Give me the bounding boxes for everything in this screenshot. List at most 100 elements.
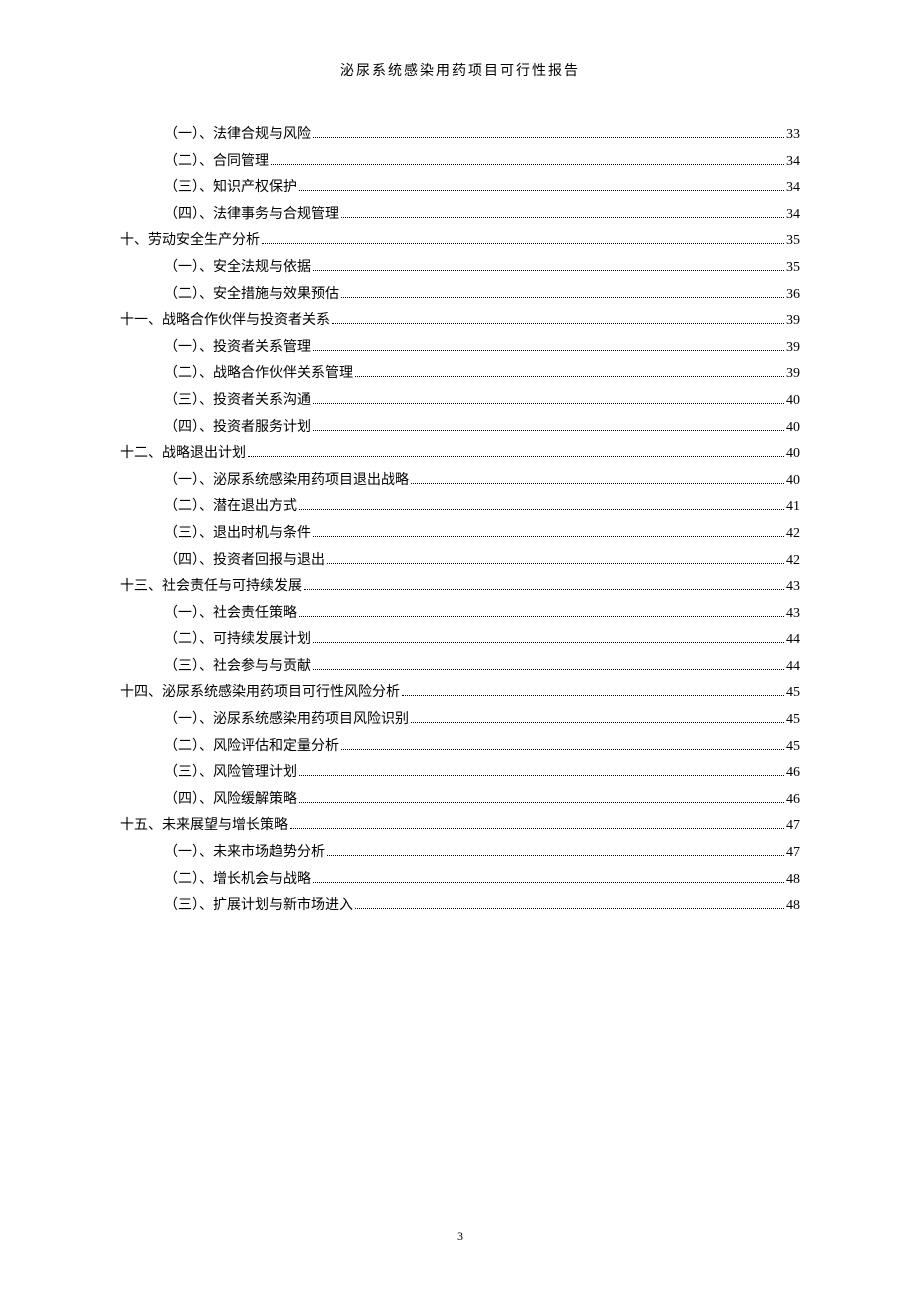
- toc-entry-page: 42: [786, 521, 800, 548]
- toc-leader-dots: [341, 217, 784, 218]
- toc-entry-page: 46: [786, 760, 800, 787]
- toc-entry[interactable]: 十五、未来展望与增长策略 47: [120, 813, 800, 840]
- toc-leader-dots: [313, 536, 784, 537]
- toc-entry-page: 40: [786, 468, 800, 495]
- toc-entry-label: 十二、战略退出计划: [120, 441, 246, 468]
- toc-entry-page: 45: [786, 680, 800, 707]
- toc-entry-page: 39: [786, 335, 800, 362]
- toc-entry-label: （三）、知识产权保护: [164, 175, 297, 202]
- toc-entry[interactable]: （三）、扩展计划与新市场进入 48: [120, 893, 800, 920]
- toc-leader-dots: [299, 190, 784, 191]
- toc-leader-dots: [313, 403, 784, 404]
- toc-entry[interactable]: （一）、法律合规与风险33: [120, 122, 800, 149]
- toc-entry-page: 39: [786, 361, 800, 388]
- toc-entry-page: 35: [786, 228, 800, 255]
- toc-entry[interactable]: （二）、战略合作伙伴关系管理 39: [120, 361, 800, 388]
- toc-entry-page: 34: [786, 149, 800, 176]
- toc-leader-dots: [299, 616, 784, 617]
- toc-entry[interactable]: 十一、战略合作伙伴与投资者关系 39: [120, 308, 800, 335]
- toc-entry-label: （三）、扩展计划与新市场进入: [164, 893, 353, 920]
- toc-entry[interactable]: （二）、风险评估和定量分析45: [120, 734, 800, 761]
- toc-entry[interactable]: （三）、社会参与与贡献 44: [120, 654, 800, 681]
- toc-leader-dots: [411, 722, 784, 723]
- toc-entry[interactable]: （二）、潜在退出方式41: [120, 494, 800, 521]
- toc-entry-page: 48: [786, 893, 800, 920]
- toc-entry-label: 十三、社会责任与可持续发展: [120, 574, 302, 601]
- toc-leader-dots: [304, 589, 784, 590]
- toc-entry-page: 40: [786, 388, 800, 415]
- toc-entry-page: 45: [786, 707, 800, 734]
- toc-entry-label: （一）、社会责任策略: [164, 601, 297, 628]
- toc-leader-dots: [355, 376, 784, 377]
- toc-entry-page: 43: [786, 574, 800, 601]
- toc-entry[interactable]: 十三、社会责任与可持续发展 43: [120, 574, 800, 601]
- toc-entry-label: （一）、泌尿系统感染用药项目风险识别: [164, 707, 409, 734]
- toc-entry-page: 35: [786, 255, 800, 282]
- toc-entry-page: 47: [786, 840, 800, 867]
- page-number: 3: [0, 1229, 920, 1244]
- toc-entry[interactable]: （二）、增长机会与战略48: [120, 867, 800, 894]
- toc-entry-label: 十五、未来展望与增长策略: [120, 813, 288, 840]
- toc-entry-label: 十四、泌尿系统感染用药项目可行性风险分析: [120, 680, 400, 707]
- toc-entry[interactable]: （四）、法律事务与合规管理 34: [120, 202, 800, 229]
- toc-entry[interactable]: （三）、风险管理计划 46: [120, 760, 800, 787]
- toc-entry[interactable]: （四）、投资者服务计划40: [120, 415, 800, 442]
- toc-entry-label: （一）、投资者关系管理: [164, 335, 311, 362]
- toc-leader-dots: [248, 456, 784, 457]
- toc-entry[interactable]: （三）、投资者关系沟通40: [120, 388, 800, 415]
- toc-entry[interactable]: （四）、风险缓解策略46: [120, 787, 800, 814]
- toc-entry-page: 47: [786, 813, 800, 840]
- toc-entry[interactable]: （一）、投资者关系管理 39: [120, 335, 800, 362]
- toc-entry-label: （三）、风险管理计划: [164, 760, 297, 787]
- toc-entry-label: （二）、风险评估和定量分析: [164, 734, 339, 761]
- toc-entry-page: 39: [786, 308, 800, 335]
- toc-leader-dots: [271, 164, 784, 165]
- toc-entry-label: 十一、战略合作伙伴与投资者关系: [120, 308, 330, 335]
- toc-entry-label: （二）、战略合作伙伴关系管理: [164, 361, 353, 388]
- toc-leader-dots: [313, 350, 784, 351]
- toc-leader-dots: [327, 855, 784, 856]
- toc-entry-page: 44: [786, 627, 800, 654]
- toc-leader-dots: [262, 243, 784, 244]
- toc-entry[interactable]: （一）、社会责任策略 43: [120, 601, 800, 628]
- toc-entry-label: （二）、增长机会与战略: [164, 867, 311, 894]
- toc-entry-label: （四）、投资者服务计划: [164, 415, 311, 442]
- toc-entry[interactable]: 十二、战略退出计划40: [120, 441, 800, 468]
- toc-entry[interactable]: （三）、退出时机与条件42: [120, 521, 800, 548]
- toc-entry-page: 44: [786, 654, 800, 681]
- toc-entry[interactable]: 十四、泌尿系统感染用药项目可行性风险分析 45: [120, 680, 800, 707]
- toc-entry[interactable]: （一）、泌尿系统感染用药项目退出战略40: [120, 468, 800, 495]
- toc-leader-dots: [327, 563, 784, 564]
- toc-leader-dots: [299, 802, 784, 803]
- toc-leader-dots: [411, 483, 784, 484]
- toc-entry-label: （一）、未来市场趋势分析: [164, 840, 325, 867]
- toc-leader-dots: [402, 695, 784, 696]
- toc-leader-dots: [341, 749, 784, 750]
- toc-entry-page: 34: [786, 202, 800, 229]
- toc-entry[interactable]: （三）、知识产权保护 34: [120, 175, 800, 202]
- toc-entry-label: （四）、投资者回报与退出: [164, 548, 325, 575]
- toc-entry-page: 43: [786, 601, 800, 628]
- toc-entry[interactable]: （一）、未来市场趋势分析 47: [120, 840, 800, 867]
- toc-entry-label: 十、劳动安全生产分析: [120, 228, 260, 255]
- toc-entry[interactable]: （二）、合同管理34: [120, 149, 800, 176]
- toc-entry[interactable]: （二）、安全措施与效果预估36: [120, 282, 800, 309]
- toc-leader-dots: [299, 775, 784, 776]
- toc-entry-label: （一）、法律合规与风险: [164, 122, 311, 149]
- toc-entry-page: 34: [786, 175, 800, 202]
- toc-entry[interactable]: （四）、投资者回报与退出 42: [120, 548, 800, 575]
- toc-leader-dots: [332, 323, 784, 324]
- toc-entry[interactable]: （二）、可持续发展计划44: [120, 627, 800, 654]
- toc-leader-dots: [313, 669, 784, 670]
- toc-entry-label: （四）、风险缓解策略: [164, 787, 297, 814]
- toc-entry[interactable]: 十、劳动安全生产分析 35: [120, 228, 800, 255]
- toc-entry-label: （三）、社会参与与贡献: [164, 654, 311, 681]
- toc-entry-page: 42: [786, 548, 800, 575]
- page-header: 泌尿系统感染用药项目可行性报告: [120, 60, 800, 80]
- toc-leader-dots: [299, 509, 784, 510]
- toc-entry[interactable]: （一）、泌尿系统感染用药项目风险识别 45: [120, 707, 800, 734]
- toc-entry-label: （二）、潜在退出方式: [164, 494, 297, 521]
- toc-leader-dots: [313, 137, 784, 138]
- toc-entry-label: （四）、法律事务与合规管理: [164, 202, 339, 229]
- toc-entry[interactable]: （一）、安全法规与依据35: [120, 255, 800, 282]
